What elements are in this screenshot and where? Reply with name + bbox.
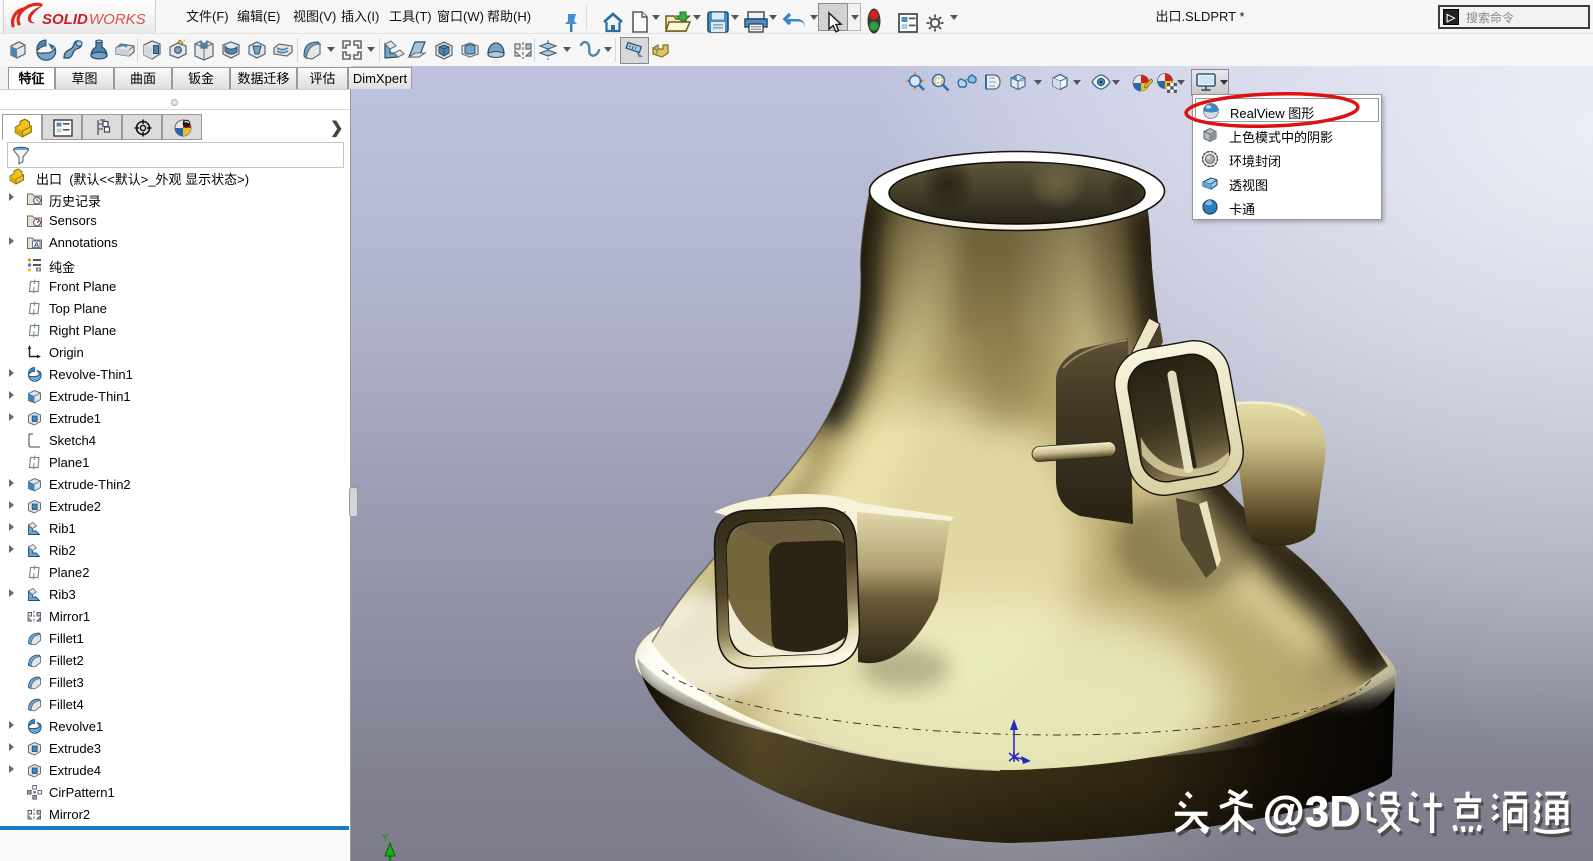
svg-text:WORKS: WORKS — [89, 11, 146, 28]
svg-text:Y: Y — [382, 833, 389, 844]
svg-text:SOLID: SOLID — [42, 11, 88, 28]
